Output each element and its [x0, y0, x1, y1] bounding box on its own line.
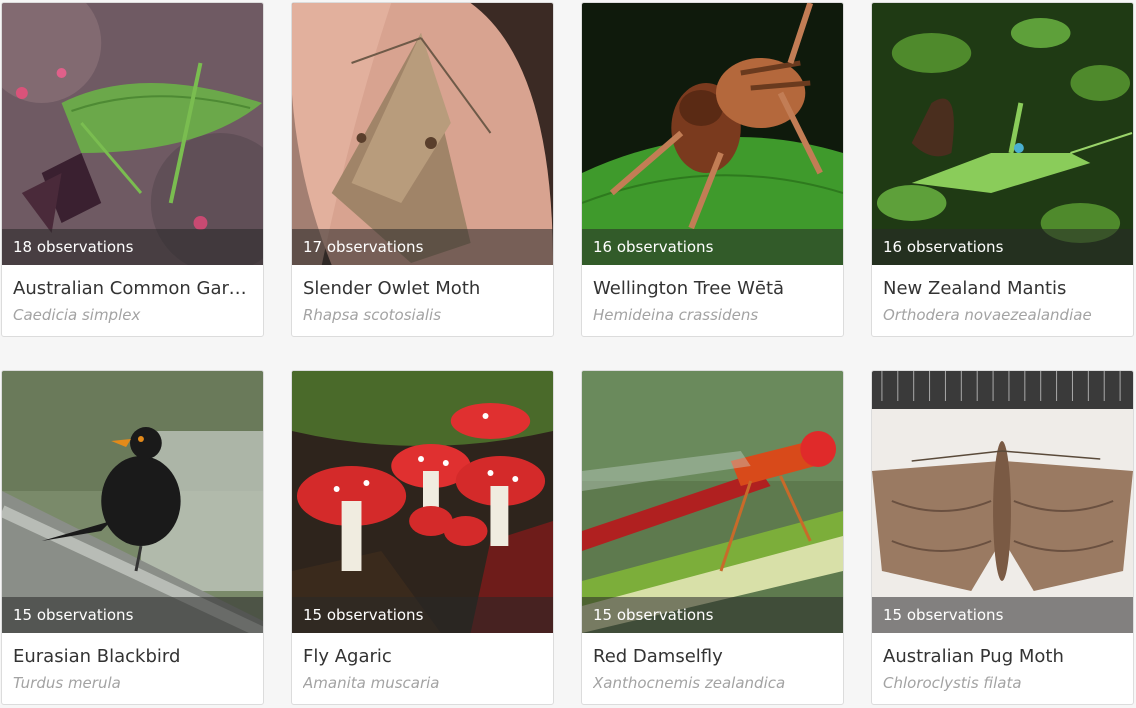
observation-count: 15 observations	[872, 597, 1133, 633]
common-name[interactable]: Eurasian Blackbird	[13, 645, 252, 669]
common-name[interactable]: New Zealand Mantis	[883, 277, 1122, 301]
species-card-wellington-tree-weta[interactable]: 16 observations Wellington Tree Wētā Hem…	[581, 2, 844, 337]
species-photo-fly-agaric[interactable]: 15 observations	[292, 371, 553, 633]
species-grid: 18 observations Australian Common Garde……	[0, 0, 1136, 708]
species-card-slender-owlet-moth[interactable]: 17 observations Slender Owlet Moth Rhaps…	[291, 2, 554, 337]
observation-count: 16 observations	[582, 229, 843, 265]
common-name[interactable]: Australian Pug Moth	[883, 645, 1122, 669]
species-photo-weta[interactable]: 16 observations	[582, 3, 843, 265]
species-card-australian-common-garden-katydid[interactable]: 18 observations Australian Common Garde……	[1, 2, 264, 337]
scientific-name: Chloroclystis filata	[883, 674, 1022, 692]
scientific-name: Amanita muscaria	[303, 674, 440, 692]
common-name[interactable]: Wellington Tree Wētā	[593, 277, 832, 301]
scientific-name: Orthodera novaezealandiae	[883, 306, 1092, 324]
observation-count: 17 observations	[292, 229, 553, 265]
scientific-name: Caedicia simplex	[13, 306, 141, 324]
species-photo-damselfly[interactable]: 15 observations	[582, 371, 843, 633]
observation-count: 18 observations	[2, 229, 263, 265]
species-photo-pug-moth[interactable]: 15 observations	[872, 371, 1133, 633]
species-photo-owlet-moth[interactable]: 17 observations	[292, 3, 553, 265]
scientific-name: Rhapsa scotosialis	[303, 306, 442, 324]
common-name[interactable]: Slender Owlet Moth	[303, 277, 542, 301]
observation-count: 15 observations	[2, 597, 263, 633]
scientific-name: Turdus merula	[13, 674, 121, 692]
species-card-red-damselfly[interactable]: 15 observations Red Damselfly Xanthocnem…	[581, 370, 844, 705]
observation-count: 15 observations	[582, 597, 843, 633]
common-name[interactable]: Fly Agaric	[303, 645, 542, 669]
scientific-name: Hemideina crassidens	[593, 306, 759, 324]
common-name[interactable]: Australian Common Garde…	[13, 277, 252, 301]
scientific-name: Xanthocnemis zealandica	[593, 674, 786, 692]
observation-count: 16 observations	[872, 229, 1133, 265]
species-card-fly-agaric[interactable]: 15 observations Fly Agaric Amanita musca…	[291, 370, 554, 705]
species-card-new-zealand-mantis[interactable]: 16 observations New Zealand Mantis Ortho…	[871, 2, 1134, 337]
species-photo-katydid[interactable]: 18 observations	[2, 3, 263, 265]
species-card-eurasian-blackbird[interactable]: 15 observations Eurasian Blackbird Turdu…	[1, 370, 264, 705]
species-card-australian-pug-moth[interactable]: 15 observations Australian Pug Moth Chlo…	[871, 370, 1134, 705]
species-photo-mantis[interactable]: 16 observations	[872, 3, 1133, 265]
common-name[interactable]: Red Damselfly	[593, 645, 832, 669]
species-photo-blackbird[interactable]: 15 observations	[2, 371, 263, 633]
observation-count: 15 observations	[292, 597, 553, 633]
